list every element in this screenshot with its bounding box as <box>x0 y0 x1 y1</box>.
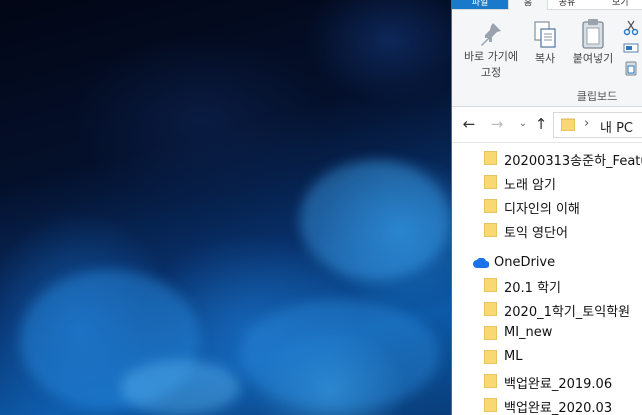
copy-button[interactable]: 복사 <box>528 20 562 66</box>
folder-icon <box>484 398 497 412</box>
tab-home[interactable]: 홈 <box>508 0 548 10</box>
tab-file[interactable]: 파일 <box>452 0 508 9</box>
tab-view[interactable]: 보기 <box>612 0 642 9</box>
folder-icon <box>484 151 497 165</box>
tree-item-label: MI_new <box>504 325 553 340</box>
tree-item-folder[interactable]: 디자인의 이해 <box>452 194 642 218</box>
folder-icon <box>484 199 497 213</box>
tree-item-label: OneDrive <box>494 255 556 270</box>
paste-button[interactable]: 붙여넣기 <box>566 18 620 66</box>
tree-item-folder[interactable]: 2020_1학기_토익학원 <box>452 297 642 321</box>
folder-icon <box>484 326 497 340</box>
tree-item-folder[interactable]: 백업완료_2020.03 <box>452 393 642 415</box>
wallpaper-smoke <box>300 160 450 280</box>
tree-item-label: 토익 영단어 <box>504 226 568 241</box>
tree-item-folder[interactable]: ML <box>452 345 642 369</box>
recent-locations-chevron-icon[interactable]: ⌄ <box>514 115 532 133</box>
breadcrumb-location[interactable]: 내 PC <box>600 117 633 136</box>
tree-item-label: 노래 암기 <box>504 178 556 193</box>
up-arrow-icon[interactable]: ↑ <box>532 115 550 133</box>
cut-icon[interactable] <box>623 20 639 36</box>
folder-icon <box>484 278 497 292</box>
wallpaper-smoke <box>240 300 440 410</box>
pin-label-line1: 바로 가기에 <box>463 50 519 63</box>
pin-label-line2: 고정 <box>480 66 502 79</box>
tree-item-folder[interactable]: 백업완료_2019.06 <box>452 369 642 393</box>
tree-item-label: ML <box>504 349 523 364</box>
ribbon-tab-bar: 파일 홈 공유 보기 <box>452 0 642 10</box>
copy-label: 복사 <box>534 52 556 65</box>
tree-item-folder[interactable]: MI_new <box>452 321 642 345</box>
tree-item-folder[interactable]: 토익 영단어 <box>452 218 642 242</box>
paste-shortcut-icon[interactable] <box>623 60 639 76</box>
tree-item-label: 20200313송준하_Feature <box>504 154 642 169</box>
tree-item-label: 디자인의 이해 <box>504 202 580 217</box>
tree-item-label: 20.1 학기 <box>504 281 561 296</box>
folder-icon <box>484 350 497 364</box>
onedrive-cloud-icon <box>473 258 489 268</box>
clipboard-icon <box>582 19 604 49</box>
pin-to-quick-access-button[interactable]: 바로 가기에 고정 <box>456 20 526 80</box>
pin-icon <box>481 23 501 46</box>
tree-item-onedrive[interactable]: OneDrive <box>452 251 642 275</box>
tree-item-label: 백업완료_2020.03 <box>504 401 613 415</box>
tree-item-label: 백업완료_2019.06 <box>504 377 613 392</box>
forward-arrow-icon[interactable]: → <box>488 115 506 133</box>
paste-label: 붙여넣기 <box>572 52 614 65</box>
folder-icon <box>484 175 497 189</box>
tab-share[interactable]: 공유 <box>550 0 584 9</box>
folder-icon <box>484 302 497 316</box>
back-arrow-icon[interactable]: ← <box>460 115 478 133</box>
ribbon-home: 바로 가기에 고정 복사 붙여넣기 클립보드 <box>452 10 642 107</box>
address-bar[interactable]: › 내 PC <box>553 112 642 138</box>
folder-icon <box>484 374 497 388</box>
clipboard-group-label: 클립보드 <box>576 90 618 103</box>
folder-icon <box>484 223 497 237</box>
tree-item-folder[interactable]: 20200313송준하_Feature <box>452 146 642 170</box>
copy-path-icon[interactable] <box>623 40 639 56</box>
tree-item-folder[interactable]: 20.1 학기 <box>452 273 642 297</box>
desktop-wallpaper <box>0 0 451 415</box>
wallpaper-smoke <box>120 360 240 415</box>
file-explorer-window: 파일 홈 공유 보기 바로 가기에 고정 복사 붙여넣기 클립보드 ← → ⌄ … <box>451 0 642 415</box>
tree-item-folder[interactable]: 노래 암기 <box>452 170 642 194</box>
tree-item-label: 2020_1학기_토익학원 <box>504 305 631 320</box>
navigation-pane: 20200313송준하_Feature 노래 암기 디자인의 이해 토익 영단어… <box>452 143 642 415</box>
copy-icon <box>534 21 556 48</box>
breadcrumb-chevron-icon[interactable]: › <box>584 116 589 131</box>
navigation-bar: ← → ⌄ ↑ › 내 PC <box>452 107 642 143</box>
folder-icon <box>561 118 575 131</box>
